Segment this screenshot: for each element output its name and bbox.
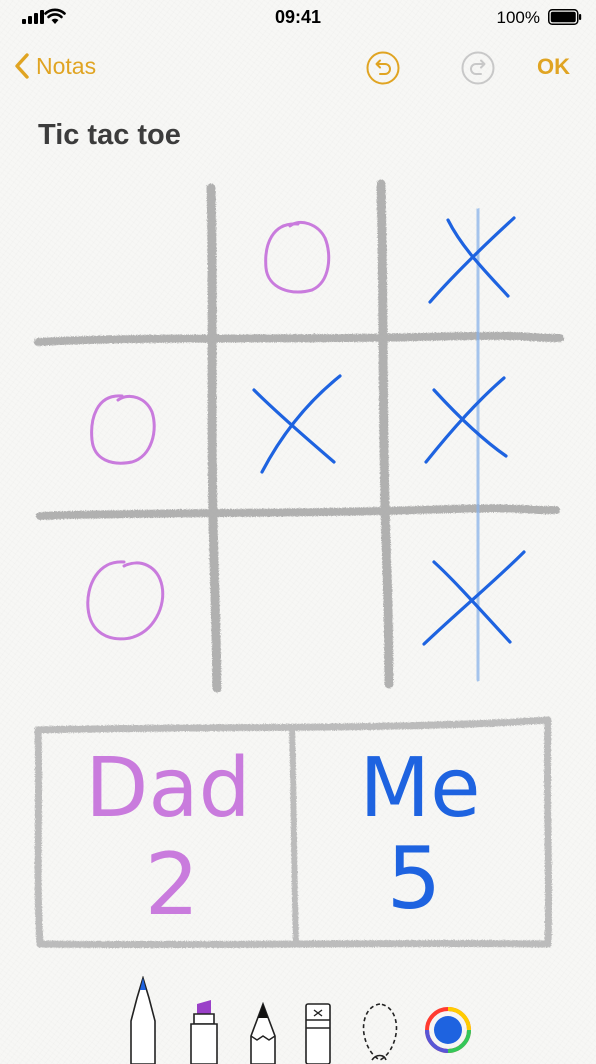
player2-name: Me bbox=[359, 741, 480, 836]
player1-name: Dad bbox=[85, 741, 250, 836]
markup-toolbar bbox=[0, 960, 596, 1064]
x-mark-r2c3 bbox=[424, 376, 508, 464]
drawing-canvas[interactable]: Dad 2 Me 5 bbox=[0, 0, 596, 1064]
player2-score: 5 bbox=[387, 829, 442, 929]
player1-score: 2 bbox=[145, 835, 200, 935]
pen-tool[interactable] bbox=[126, 976, 160, 1064]
score-player2: Me 5 bbox=[359, 741, 480, 929]
o-mark-r1c2 bbox=[264, 221, 331, 294]
pencil-tool[interactable] bbox=[246, 1002, 280, 1064]
x-mark-r2c2 bbox=[252, 374, 342, 474]
lasso-tool[interactable] bbox=[356, 1000, 404, 1064]
o-mark-r2c1 bbox=[90, 394, 156, 465]
color-picker-button[interactable] bbox=[424, 1006, 472, 1054]
eraser-tool[interactable] bbox=[302, 1002, 334, 1064]
score-player1: Dad 2 bbox=[85, 741, 250, 935]
x-mark-r1c3 bbox=[428, 216, 516, 304]
o-mark-r3c1 bbox=[86, 560, 165, 641]
marker-tool[interactable] bbox=[186, 1000, 222, 1064]
